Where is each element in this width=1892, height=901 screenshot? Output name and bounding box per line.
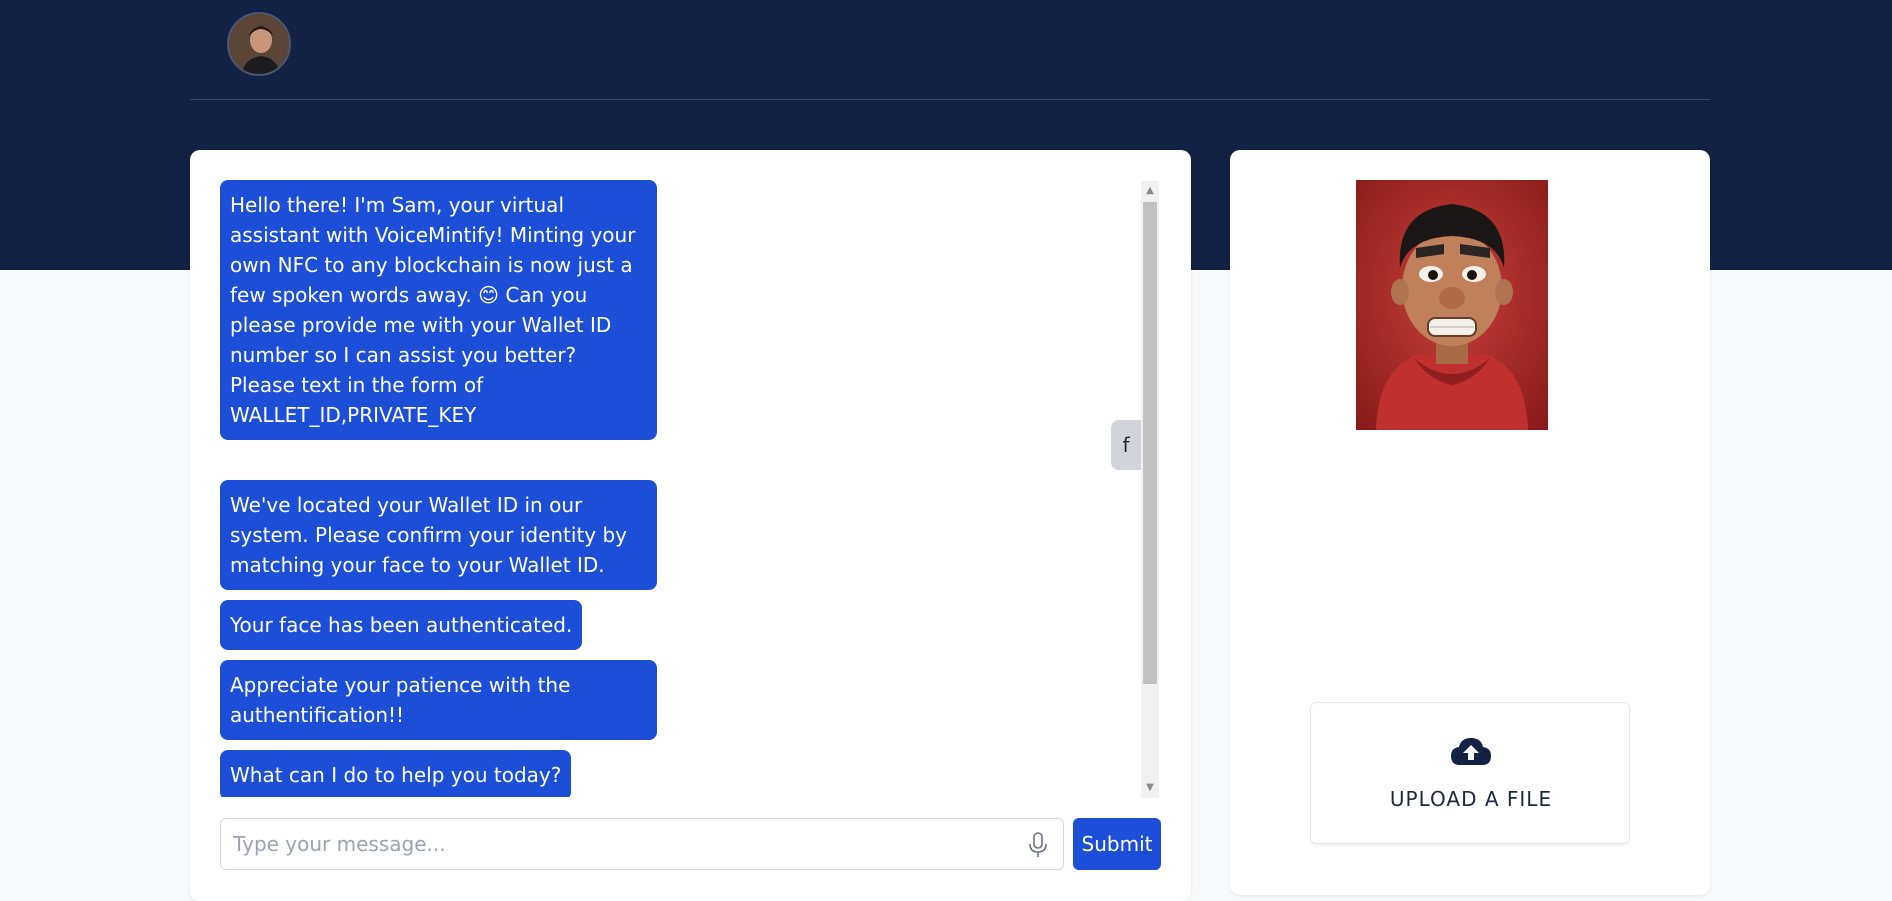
- scroll-thumb[interactable]: [1143, 202, 1157, 684]
- side-panel: UPLOAD A FILE: [1230, 150, 1710, 895]
- submit-button[interactable]: Submit: [1073, 818, 1161, 870]
- user-message: f: [1111, 420, 1141, 470]
- message-list[interactable]: Hello there! I'm Sam, your virtual assis…: [220, 180, 1150, 797]
- bot-message: Appreciate your patience with the authen…: [220, 660, 657, 740]
- cloud-upload-icon: [1450, 735, 1492, 767]
- character-image: [1356, 180, 1548, 430]
- scroll-down-arrow-icon[interactable]: ▼: [1141, 778, 1159, 798]
- chat-panel: Hello there! I'm Sam, your virtual assis…: [190, 150, 1191, 901]
- message-composer: Submit: [220, 818, 1161, 870]
- bot-message: What can I do to help you today?: [220, 750, 572, 797]
- upload-label: UPLOAD A FILE: [1389, 787, 1553, 811]
- message-input[interactable]: [220, 818, 1064, 870]
- top-nav: [190, 0, 1710, 100]
- user-avatar[interactable]: [227, 12, 291, 76]
- bot-message: We've located your Wallet ID in our syst…: [220, 480, 657, 590]
- microphone-icon[interactable]: [1026, 831, 1050, 859]
- chat-scrollbar[interactable]: ▲ ▼: [1141, 181, 1159, 798]
- bot-message: Your face has been authenticated.: [220, 600, 583, 650]
- bot-message: Hello there! I'm Sam, your virtual assis…: [220, 180, 657, 440]
- upload-file-button[interactable]: UPLOAD A FILE: [1310, 702, 1630, 844]
- scroll-up-arrow-icon[interactable]: ▲: [1141, 181, 1159, 201]
